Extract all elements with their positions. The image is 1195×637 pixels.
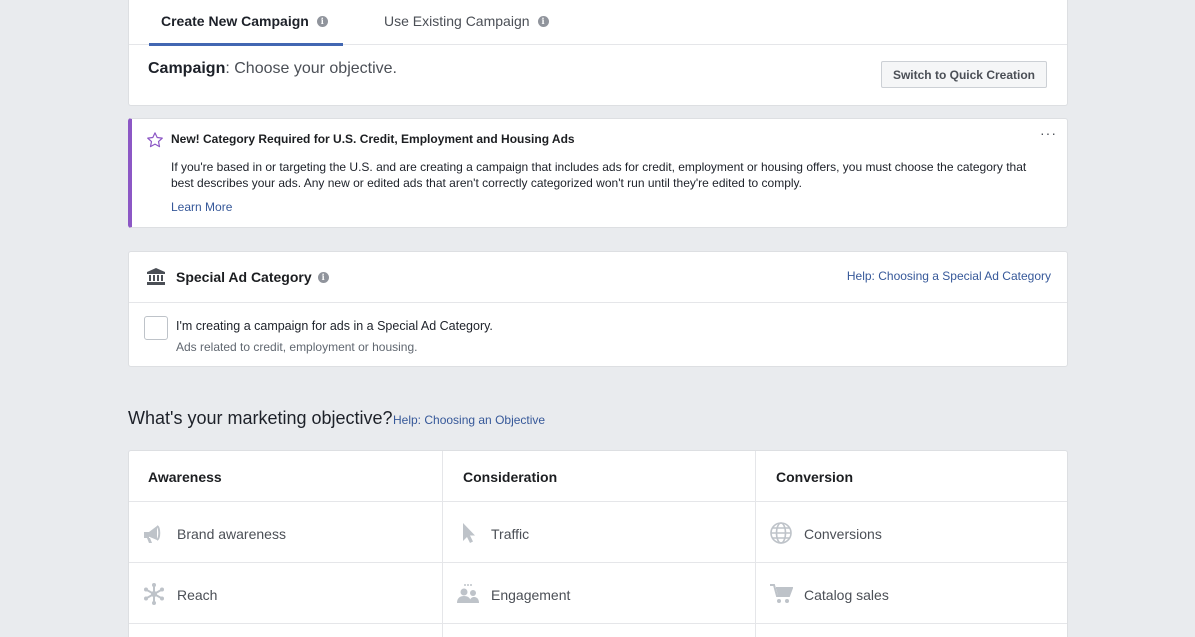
campaign-card: Create New Campaign i Use Existing Campa… <box>128 0 1068 106</box>
info-icon[interactable]: i <box>537 15 549 27</box>
campaign-prefix: Campaign <box>148 60 226 77</box>
campaign-text: : Choose your objective. <box>225 60 397 77</box>
objective-column-consideration: Consideration Traffic Engagement <box>442 451 755 637</box>
people-icon <box>456 582 480 606</box>
tab-label: Use Existing Campaign <box>384 13 530 29</box>
campaign-tabs: Create New Campaign i Use Existing Campa… <box>129 0 1067 46</box>
special-ad-category-checkbox[interactable] <box>144 316 168 340</box>
objective-label: Conversions <box>804 526 882 542</box>
objective-brand-awareness[interactable]: Brand awareness <box>129 502 442 563</box>
globe-icon <box>769 521 793 545</box>
megaphone-icon <box>142 521 166 545</box>
special-ad-category-description: Ads related to credit, employment or hou… <box>176 340 418 354</box>
column-header: Conversion <box>756 451 1067 502</box>
objective-label: Engagement <box>491 587 571 603</box>
objective-traffic[interactable]: Traffic <box>443 502 755 563</box>
objective-label: Traffic <box>491 526 530 542</box>
asterisk-icon <box>142 582 166 606</box>
column-header: Consideration <box>443 451 755 502</box>
switch-to-quick-creation-button[interactable]: Switch to Quick Creation <box>880 61 1047 88</box>
objective-conversions[interactable]: Conversions <box>756 502 1067 563</box>
objective-reach[interactable]: Reach <box>129 563 442 624</box>
info-icon[interactable]: i <box>316 15 328 27</box>
objective-engagement[interactable]: Engagement <box>443 563 755 624</box>
special-ad-category-card: Special Ad Category i Help: Choosing a S… <box>128 251 1068 367</box>
objective-column-awareness: Awareness Brand awareness Reach <box>129 451 442 637</box>
help-choosing-objective-link[interactable]: Help: Choosing an Objective <box>393 413 545 427</box>
objective-label: Brand awareness <box>177 526 286 542</box>
star-icon <box>146 131 164 154</box>
help-special-ad-category-link[interactable]: Help: Choosing a Special Ad Category <box>847 269 1051 283</box>
marketing-objective-heading: What's your marketing objective? <box>128 408 393 428</box>
special-ad-category-title-text: Special Ad Category <box>176 269 312 285</box>
notice-body: If you're based in or targeting the U.S.… <box>171 160 1027 190</box>
info-icon[interactable]: i <box>317 271 329 283</box>
bank-icon <box>147 268 165 290</box>
learn-more-link[interactable]: Learn More <box>171 200 232 214</box>
special-ad-category-header: Special Ad Category i Help: Choosing a S… <box>129 252 1067 303</box>
tab-create-new-campaign[interactable]: Create New Campaign i <box>149 0 343 46</box>
cursor-icon <box>456 521 480 545</box>
special-ad-category-checkbox-label[interactable]: I'm creating a campaign for ads in a Spe… <box>176 319 493 333</box>
special-ad-category-title: Special Ad Category i <box>176 269 329 285</box>
tab-label: Create New Campaign <box>161 13 309 29</box>
more-options-icon[interactable]: ··· <box>1040 125 1057 141</box>
cart-icon <box>769 582 794 606</box>
objective-column-conversion: Conversion Conversions Catalog sales <box>755 451 1067 637</box>
objective-label: Catalog sales <box>804 587 889 603</box>
notice-title: New! Category Required for U.S. Credit, … <box>171 132 575 146</box>
objective-label: Reach <box>177 587 218 603</box>
notice-banner: New! Category Required for U.S. Credit, … <box>128 118 1068 228</box>
objective-grid: Awareness Brand awareness Reach Consider… <box>128 450 1068 637</box>
objective-catalog-sales[interactable]: Catalog sales <box>756 563 1067 624</box>
tab-use-existing-campaign[interactable]: Use Existing Campaign i <box>384 0 549 44</box>
column-header: Awareness <box>129 451 442 502</box>
campaign-objective-title: Campaign: Choose your objective. <box>148 60 397 78</box>
